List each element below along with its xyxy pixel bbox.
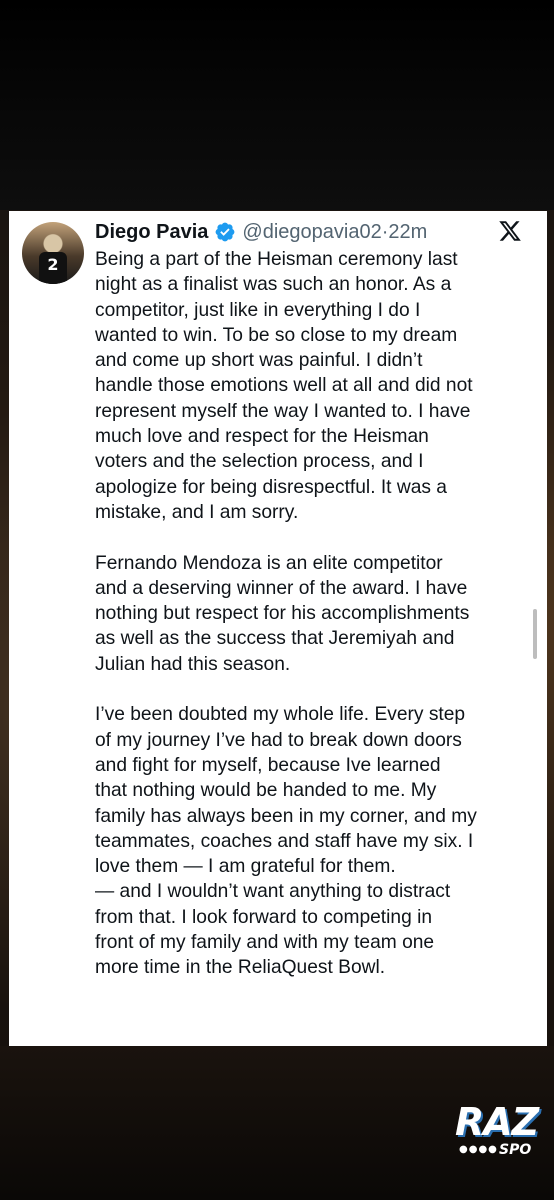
tweet-text-line: represent myself the way I wanted to. I … xyxy=(95,400,471,422)
tweet-text-line: of my journey I’ve had to break down doo… xyxy=(95,729,462,751)
user-handle[interactable]: @diegopavia02 xyxy=(242,221,381,244)
tweet-card[interactable]: 2 Diego Pavia @diegopavia02 · 22m Being … xyxy=(9,211,547,1046)
scroll-indicator[interactable] xyxy=(533,609,537,659)
watermark-logo: RAZ ●●●● SPO xyxy=(455,1100,554,1160)
avatar-jersey-number: 2 xyxy=(39,252,67,284)
tweet-text-line: much love and respect for the Heisman xyxy=(95,426,429,448)
tweet-text-line: competitor, just like in everything I do… xyxy=(95,299,421,321)
tweet-text-line: teammates, coaches and staff have my six… xyxy=(95,830,474,852)
display-name[interactable]: Diego Pavia xyxy=(95,221,208,244)
tweet-text-line: wanted to win. To be so close to my drea… xyxy=(95,324,458,346)
tweet-text-line: and a deserving winner of the award. I h… xyxy=(95,577,468,599)
tweet-text-line: — and I wouldn’t want anything to distra… xyxy=(95,881,451,903)
tweet-body: Being a part of the Heisman ceremony las… xyxy=(95,247,531,981)
sports-balls-icon: ●●●● xyxy=(459,1144,498,1155)
tweet-text-line: Being a part of the Heisman ceremony las… xyxy=(95,249,458,270)
tweet-text-line: mistake, and I am sorry. xyxy=(95,501,299,523)
tweet-text-line: from that. I look forward to competing i… xyxy=(95,906,432,928)
verified-badge-icon xyxy=(215,222,235,242)
tweet-text-line: front of my family and with my team one xyxy=(95,932,435,954)
tweet-text-line: Fernando Mendoza is an elite competitor xyxy=(95,552,443,574)
tweet-text-line: apologize for being disrespectful. It wa… xyxy=(95,476,447,498)
watermark-main-text: RAZ xyxy=(455,1100,539,1144)
avatar[interactable]: 2 xyxy=(22,222,84,284)
tweet-text-line: that nothing would be handed to me. My xyxy=(95,780,437,802)
tweet-text-line: and come up short was painful. I didn’t xyxy=(95,350,423,372)
separator-dot: · xyxy=(381,220,389,243)
tweet-text-line: and fight for myself, because Ive learne… xyxy=(95,754,441,776)
tweet-text-line: Julian had this season. xyxy=(95,653,291,675)
tweet-text-line: love them — I am grateful for them. xyxy=(95,856,396,878)
post-time[interactable]: 22m xyxy=(388,221,427,244)
tweet-text-line: family has always been in my corner, and… xyxy=(95,805,477,827)
watermark-sub-text: SPO xyxy=(499,1142,532,1158)
tweet-text-line: handle those emotions well at all and di… xyxy=(95,375,473,397)
tweet-text-line: as well as the success that Jeremiyah an… xyxy=(95,628,455,650)
tweet-text-line: more time in the ReliaQuest Bowl. xyxy=(95,957,386,979)
top-dark-background xyxy=(0,0,554,210)
tweet-text-line: I’ve been doubted my whole life. Every s… xyxy=(95,704,466,726)
tweet-text-line: night as a finalist was such an honor. A… xyxy=(95,274,452,296)
tweet-text-line: voters and the selection process, and I xyxy=(95,451,424,473)
tweet-text-line: nothing but respect for his accomplishme… xyxy=(95,603,470,625)
tweet-header: Diego Pavia @diegopavia02 · 22m xyxy=(95,217,427,247)
x-logo-icon[interactable] xyxy=(498,219,522,243)
